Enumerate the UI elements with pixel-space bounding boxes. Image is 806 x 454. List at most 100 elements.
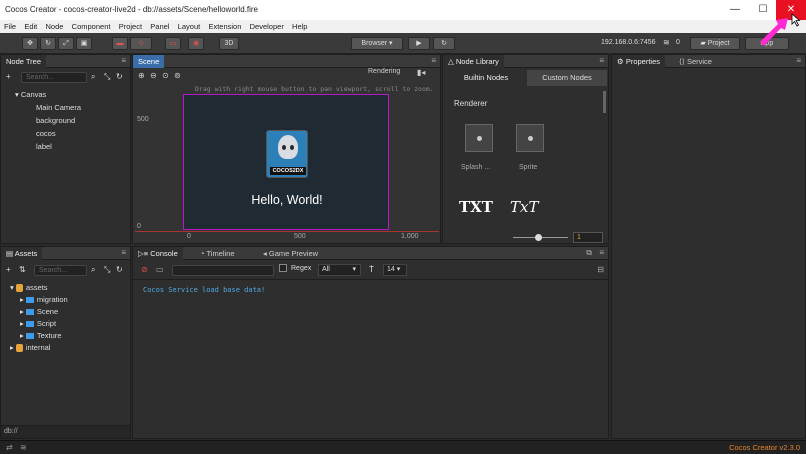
local-icon[interactable]: ▭ — [165, 37, 181, 50]
menu-component[interactable]: Component — [72, 20, 111, 33]
refresh-button[interactable]: ↻ — [433, 37, 455, 50]
richtext-node-icon[interactable]: TxT — [510, 198, 538, 216]
tab-service[interactable]: ⟨⟩ Service — [674, 55, 717, 68]
tab-properties[interactable]: ⚙ Properties — [612, 55, 666, 68]
slider-handle[interactable] — [535, 234, 542, 241]
scrollbar[interactable] — [603, 91, 606, 113]
folder-icon — [25, 333, 34, 340]
mode-3d-button[interactable]: 3D — [219, 37, 239, 50]
tab-scene[interactable]: Scene — [133, 55, 165, 68]
open-project-button[interactable]: ▰ Project — [690, 37, 740, 50]
zoom-reset-icon[interactable]: ⊙ — [162, 71, 169, 80]
console-header: ▷≡ Console ◔ Timeline ◂ Game Preview ⧉ ≡ — [133, 247, 608, 260]
panel-menu-icon[interactable]: ≡ — [599, 248, 604, 257]
menu-project[interactable]: Project — [119, 20, 142, 33]
asset-folder-scene[interactable]: ▸ Scene — [20, 307, 58, 316]
node-search-input[interactable]: Search... — [21, 72, 87, 83]
icon-size-input[interactable]: 1 — [573, 232, 603, 243]
tab-game-preview[interactable]: ◂ Game Preview — [258, 247, 323, 260]
panel-menu-icon[interactable]: ≡ — [121, 248, 126, 257]
collapse-logs-icon[interactable]: ⊟ — [597, 265, 604, 274]
console-filter-input[interactable] — [172, 265, 274, 276]
font-size-select[interactable]: 14 ▾ — [383, 264, 407, 276]
rendering-dropdown[interactable]: Rendering — [368, 68, 400, 75]
panel-menu-icon[interactable]: ≡ — [796, 56, 801, 65]
cocos-logo[interactable]: COCOS2DX — [266, 130, 308, 178]
tab-builtin-nodes[interactable]: Builtin Nodes — [448, 70, 524, 86]
refresh-icon[interactable]: ↻ — [116, 72, 123, 81]
tree-node-label[interactable]: label — [36, 142, 52, 151]
sprite-node-icon[interactable] — [516, 124, 544, 152]
asset-folder-migration[interactable]: ▸ migration — [20, 295, 68, 304]
anchor-icon[interactable]: ▬ — [112, 37, 128, 50]
sync-icon[interactable]: ⇄ — [6, 443, 13, 452]
rotate-tool-icon[interactable]: ↻ — [40, 37, 56, 50]
rect-tool-icon[interactable]: ▣ — [76, 37, 92, 50]
clear-icon[interactable]: ⊘ — [141, 265, 148, 274]
zoom-in-icon[interactable]: ⊕ — [138, 71, 145, 80]
title-bar: Cocos Creator - cocos-creator-live2d - d… — [0, 0, 806, 20]
collapse-arrow-icon: ▸ — [20, 331, 24, 340]
search-icon[interactable]: ⌕ — [91, 72, 95, 82]
play-button[interactable]: ▶ — [408, 37, 430, 50]
search-icon[interactable]: ⌕ — [91, 265, 95, 275]
menu-developer[interactable]: Developer — [250, 20, 284, 33]
tab-node-tree[interactable]: Node Tree — [1, 55, 47, 68]
asset-folder-internal[interactable]: ▸ internal — [10, 343, 50, 353]
panel-menu-icon[interactable]: ≡ — [599, 56, 604, 65]
asset-folder-assets[interactable]: ▾ assets — [10, 283, 48, 293]
global-icon[interactable]: ◉ — [188, 37, 204, 50]
collapse-icon[interactable]: ⤡ — [104, 265, 110, 275]
menu-help[interactable]: Help — [292, 20, 307, 33]
add-asset-icon[interactable]: + — [6, 265, 11, 274]
tree-node-cocos[interactable]: cocos — [36, 129, 56, 138]
camera-icon[interactable]: ▮◂ — [417, 68, 425, 77]
console-log-line: Cocos Service load base data! — [143, 286, 266, 294]
tree-node-main-camera[interactable]: Main Camera — [36, 103, 81, 112]
tab-console[interactable]: ▷≡ Console — [133, 247, 183, 260]
regex-checkbox[interactable] — [279, 264, 287, 272]
menu-panel[interactable]: Panel — [150, 20, 169, 33]
properties-tab-label: Properties — [625, 57, 661, 66]
tree-node-background[interactable]: background — [36, 116, 75, 125]
splash-node-icon[interactable] — [465, 124, 493, 152]
zoom-out-icon[interactable]: ⊖ — [150, 71, 157, 80]
collapse-icon[interactable]: ⤡ — [104, 72, 110, 82]
preview-icon: ◂ — [263, 249, 267, 258]
menu-file[interactable]: File — [4, 20, 16, 33]
node-tree-panel: Node Tree ≡ + Search... ⌕ ⤡ ↻ ▾ Canvas M… — [0, 54, 131, 244]
add-node-icon[interactable]: + — [6, 72, 11, 81]
panel-menu-icon[interactable]: ≡ — [121, 56, 126, 65]
preview-platform-select[interactable]: Browser ▾ — [351, 37, 403, 50]
maximize-panel-icon[interactable]: ⧉ — [586, 248, 592, 258]
refresh-icon[interactable]: ↻ — [116, 265, 123, 274]
wifi-status-icon[interactable]: ≋ — [20, 443, 27, 452]
hello-world-label[interactable]: Hello, World! — [184, 193, 390, 207]
label-node-icon[interactable]: TXT — [459, 198, 493, 216]
filter-icon[interactable]: ▭ — [156, 265, 164, 274]
renderer-section-title: Renderer — [454, 99, 488, 108]
menu-layout[interactable]: Layout — [178, 20, 201, 33]
log-level-select[interactable]: All ▾ — [318, 264, 361, 276]
menu-extension[interactable]: Extension — [208, 20, 241, 33]
asset-search-input[interactable]: Search... — [34, 265, 87, 276]
asset-folder-script[interactable]: ▸ Script — [20, 319, 56, 328]
sort-icon[interactable]: ⇅ — [19, 265, 26, 274]
menu-node[interactable]: Node — [46, 20, 64, 33]
tab-node-library[interactable]: △ Node Library — [443, 55, 504, 68]
tree-node-canvas[interactable]: ▾ Canvas — [15, 90, 46, 99]
tab-custom-nodes[interactable]: Custom Nodes — [527, 70, 607, 86]
asset-folder-texture[interactable]: ▸ Texture — [20, 331, 61, 340]
pivot-icon[interactable]: ⊹ — [130, 37, 152, 50]
scale-tool-icon[interactable]: ⤢ — [58, 37, 74, 50]
tab-timeline[interactable]: ◔ Timeline — [195, 247, 240, 260]
tab-assets[interactable]: ▤ Assets — [1, 247, 43, 260]
zoom-fit-icon[interactable]: ⊚ — [174, 71, 181, 80]
design-resolution-frame[interactable]: COCOS2DX Hello, World! — [183, 94, 389, 230]
move-tool-icon[interactable]: ✥ — [22, 37, 38, 50]
expand-arrow-icon: ▾ — [15, 90, 19, 99]
panel-menu-icon[interactable]: ≡ — [431, 56, 436, 65]
minimize-button[interactable]: — — [720, 0, 750, 20]
properties-header: ⚙ Properties ⟨⟩ Service ≡ — [612, 55, 805, 68]
menu-edit[interactable]: Edit — [24, 20, 37, 33]
